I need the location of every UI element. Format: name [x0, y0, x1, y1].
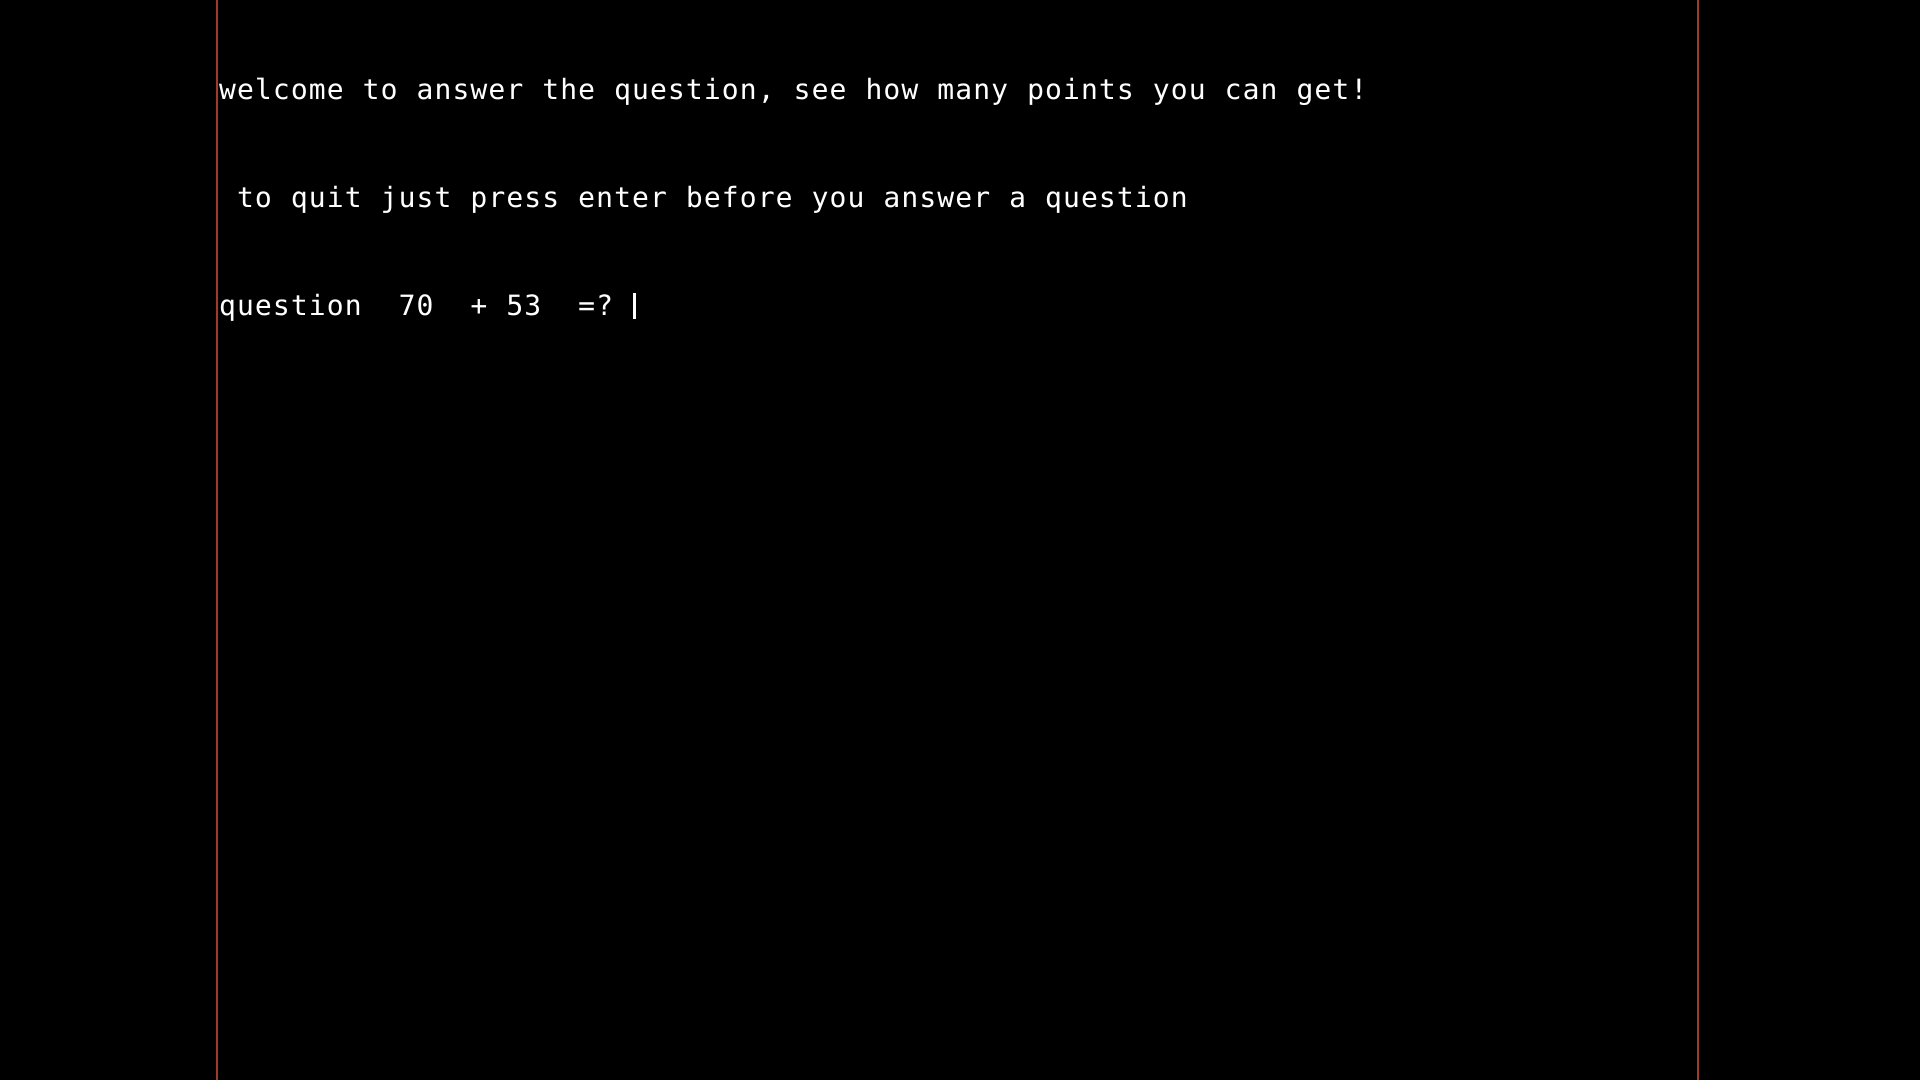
terminal-left-border-rule — [216, 0, 218, 1080]
terminal-screen: welcome to answer the question, see how … — [0, 0, 1920, 1080]
terminal-right-border-rule — [1697, 0, 1699, 1080]
terminal-output-area[interactable]: welcome to answer the question, see how … — [219, 0, 1697, 1080]
question-prompt-text: question 70 + 53 =? — [219, 289, 633, 322]
welcome-message-line: welcome to answer the question, see how … — [219, 73, 1369, 106]
text-cursor — [633, 293, 637, 319]
question-prompt-line[interactable]: question 70 + 53 =? — [219, 288, 1697, 324]
quit-instruction-line: to quit just press enter before you answ… — [219, 181, 1189, 214]
